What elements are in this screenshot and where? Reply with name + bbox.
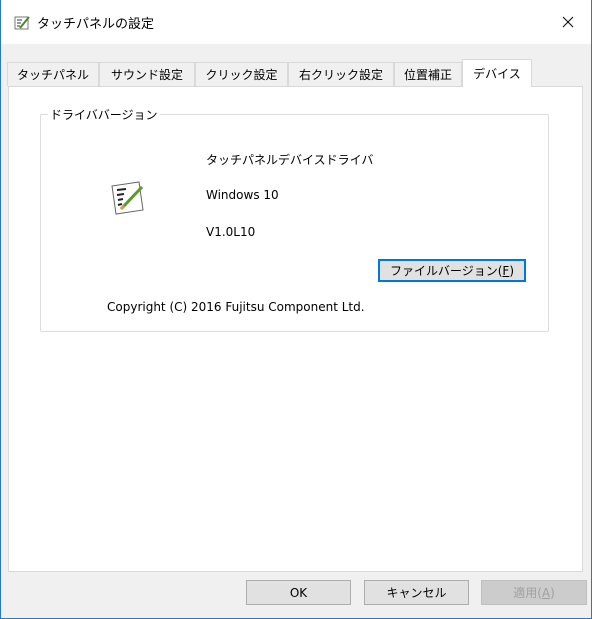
driver-version: V1.0L10 bbox=[206, 225, 256, 239]
driver-icon bbox=[111, 181, 144, 215]
cancel-button[interactable]: キャンセル bbox=[364, 580, 469, 605]
driver-version-group: ドライババージョン タッチパネルデバイスドライバ Windows 10 V1.0… bbox=[40, 106, 549, 332]
settings-dialog: タッチパネルの設定 タッチパネル サウンド設定 クリック設定 右クリック設定 位… bbox=[0, 0, 592, 619]
title-bar: タッチパネルの設定 bbox=[1, 0, 591, 44]
tab-click-settings[interactable]: クリック設定 bbox=[195, 62, 288, 86]
file-version-mnemonic: F bbox=[502, 263, 510, 278]
window-title: タッチパネルの設定 bbox=[37, 17, 155, 32]
close-icon bbox=[562, 16, 574, 28]
file-version-label: ファイルバージョン( bbox=[389, 264, 503, 278]
group-title: ドライババージョン bbox=[48, 106, 160, 123]
file-version-button[interactable]: ファイルバージョン(F) bbox=[378, 259, 526, 282]
tab-position-correction[interactable]: 位置補正 bbox=[394, 62, 462, 86]
apply-mnemonic: A bbox=[541, 585, 551, 600]
driver-name: タッチパネルデバイスドライバ bbox=[206, 153, 374, 167]
copyright-text: Copyright (C) 2016 Fujitsu Component Ltd… bbox=[107, 300, 365, 314]
apply-suffix: ) bbox=[550, 585, 555, 600]
os-name: Windows 10 bbox=[206, 188, 279, 202]
file-version-suffix: ) bbox=[509, 263, 515, 278]
close-button[interactable] bbox=[545, 0, 591, 44]
ok-button[interactable]: OK bbox=[246, 580, 351, 605]
apply-label: 適用( bbox=[513, 586, 542, 600]
apply-button[interactable]: 適用(A) bbox=[481, 580, 587, 605]
tab-device[interactable]: デバイス bbox=[462, 59, 532, 87]
tab-touch-panel[interactable]: タッチパネル bbox=[7, 62, 99, 86]
tab-right-click-settings[interactable]: 右クリック設定 bbox=[288, 62, 394, 86]
tab-panel-device: ドライババージョン タッチパネルデバイスドライバ Windows 10 V1.0… bbox=[8, 86, 583, 572]
app-icon bbox=[14, 16, 30, 30]
tab-sound-settings[interactable]: サウンド設定 bbox=[99, 62, 195, 86]
